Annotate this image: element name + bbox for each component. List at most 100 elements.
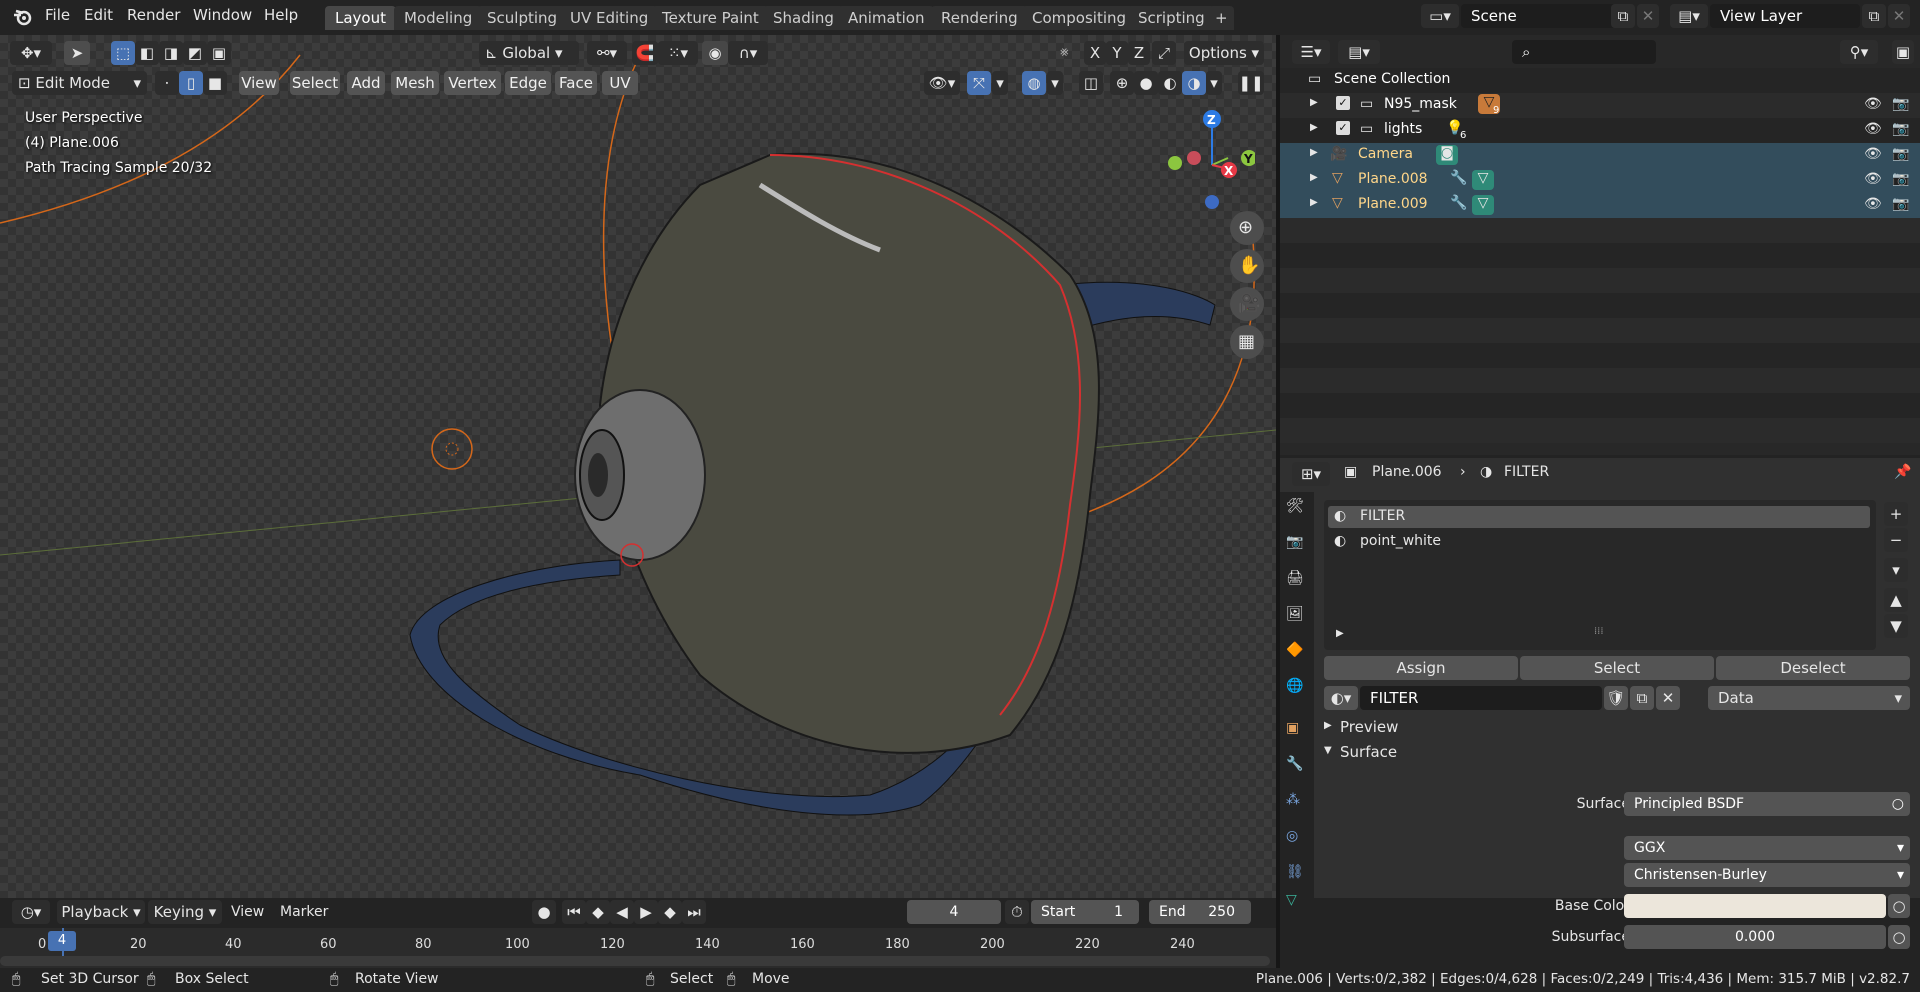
object-tab-icon[interactable]: ▣ xyxy=(1286,720,1308,742)
view-layer-tab-icon[interactable]: 🖼 xyxy=(1286,606,1308,628)
playhead-handle[interactable]: 4 xyxy=(48,931,76,951)
expand-filter-icon[interactable]: ▶ xyxy=(1336,628,1344,639)
shading-menu-icon[interactable]: ▾ xyxy=(1206,71,1222,95)
view-layer-name-field[interactable]: View Layer xyxy=(1710,4,1860,28)
menu-vertex[interactable]: Vertex xyxy=(444,71,501,95)
outliner-row-n95-mask[interactable]: ▶ ✓ ▭ N95_mask ▽ 9 👁 📷 xyxy=(1280,93,1920,118)
unlink-material-icon[interactable]: ✕ xyxy=(1656,686,1680,710)
resize-handle-icon[interactable]: ⁞⁞⁞ xyxy=(1594,626,1604,637)
outliner-search-input[interactable]: ⌕ xyxy=(1512,40,1656,64)
edge-select-icon[interactable]: ▯ xyxy=(179,71,203,95)
new-scene-icon[interactable]: ⧉ xyxy=(1611,4,1635,28)
output-tab-icon[interactable]: 🖨 xyxy=(1286,570,1308,592)
slot-specials-icon[interactable]: ▾ xyxy=(1884,558,1908,582)
distribution-dropdown[interactable]: GGX ▾ xyxy=(1624,836,1910,860)
link-dropdown[interactable]: Data ▾ xyxy=(1708,686,1910,710)
camera-view-button[interactable]: 🎥 xyxy=(1230,287,1264,321)
rendered-shading-icon[interactable]: ◑ xyxy=(1182,71,1206,95)
tab-rendering[interactable]: Rendering xyxy=(931,6,1028,30)
preview-range-icon[interactable]: ⏱ xyxy=(1005,900,1029,924)
wireframe-shading-icon[interactable]: ⊕ xyxy=(1110,71,1134,95)
timeline-editor-type-button[interactable]: ◷▾ xyxy=(12,900,50,924)
scene-name-field[interactable]: Scene xyxy=(1461,4,1619,28)
filter-icon[interactable]: ⚲▾ xyxy=(1840,40,1878,64)
expand-icon[interactable]: ▶ xyxy=(1310,122,1318,133)
menu-face[interactable]: Face xyxy=(555,71,597,95)
vertex-select-icon[interactable]: ⋅ xyxy=(155,71,179,95)
pause-render-icon[interactable]: ❚❚ xyxy=(1238,71,1264,95)
editor-type-button[interactable]: ✥▾ xyxy=(10,41,52,65)
transform-orientation-dropdown[interactable]: ⊾ Global ▾ xyxy=(479,41,579,65)
pin-icon[interactable]: 📌 xyxy=(1894,464,1911,480)
surface-shader-field[interactable]: Principled BSDF ○ xyxy=(1624,792,1910,816)
prev-keyframe-icon[interactable]: ◆ xyxy=(586,900,610,924)
outliner-editor-type-button[interactable]: ☰▾ xyxy=(1292,40,1330,64)
menu-select[interactable]: Select xyxy=(290,71,340,95)
material-shading-icon[interactable]: ◐ xyxy=(1158,71,1182,95)
proportional-falloff-icon[interactable]: ∩▾ xyxy=(728,41,768,65)
tab-layout[interactable]: Layout xyxy=(325,6,396,30)
pan-view-button[interactable]: ✋ xyxy=(1230,249,1264,283)
mirror-icon[interactable]: ⨳ xyxy=(1060,44,1069,60)
mirror-y-toggle[interactable]: Y xyxy=(1106,41,1128,65)
menu-window[interactable]: Window xyxy=(193,6,252,24)
select-tool-icon[interactable]: ➤ xyxy=(64,41,90,65)
menu-edit[interactable]: Edit xyxy=(84,6,113,24)
checkbox-icon[interactable]: ✓ xyxy=(1336,121,1350,135)
snap-toggle-icon[interactable]: 🧲 xyxy=(632,41,658,65)
render-camera-icon[interactable]: 📷 xyxy=(1892,196,1909,212)
next-keyframe-icon[interactable]: ◆ xyxy=(658,900,682,924)
render-camera-icon[interactable]: 📷 xyxy=(1892,121,1909,137)
start-frame-field[interactable]: Start 1 xyxy=(1031,900,1139,924)
tab-scripting[interactable]: Scripting xyxy=(1128,6,1215,30)
keying-menu[interactable]: Keying ▾ xyxy=(148,900,222,924)
scene-tab-icon[interactable]: 🔶 xyxy=(1286,642,1308,664)
options-dropdown[interactable]: Options ▾ xyxy=(1184,41,1264,65)
zoom-view-button[interactable]: ⊕ xyxy=(1230,211,1264,245)
checkbox-icon[interactable]: ✓ xyxy=(1336,96,1350,110)
select-mode-intersect-icon[interactable]: ▣ xyxy=(207,41,231,65)
menu-file[interactable]: File xyxy=(45,6,70,24)
expand-icon[interactable]: ▶ xyxy=(1310,97,1318,108)
tab-sculpting[interactable]: Sculpting xyxy=(477,6,568,30)
overlay-toggle-icon[interactable]: ◍ xyxy=(1022,71,1046,95)
overlay-menu-icon[interactable]: ▾ xyxy=(1047,71,1063,95)
deselect-button[interactable]: Deselect xyxy=(1716,656,1910,680)
tab-animation[interactable]: Animation xyxy=(838,6,935,30)
delete-scene-icon[interactable]: ✕ xyxy=(1637,4,1659,28)
select-mode-extend-icon[interactable]: ◧ xyxy=(135,41,159,65)
view-layer-browse-button[interactable]: ▤▾ xyxy=(1670,4,1708,28)
current-frame-field[interactable]: 4 xyxy=(907,900,1001,924)
expand-icon[interactable]: ▶ xyxy=(1310,147,1318,158)
expand-icon[interactable]: ▶ xyxy=(1310,172,1318,183)
outliner-row-plane-009[interactable]: ▶ ▽ Plane.009 🔧 ▽ 👁 📷 xyxy=(1280,193,1920,218)
expand-icon[interactable]: ▶ xyxy=(1310,197,1318,208)
base-color-link-icon[interactable]: ○ xyxy=(1888,894,1910,918)
playback-menu[interactable]: Playback ▾ xyxy=(57,900,145,924)
material-name-field[interactable]: FILTER xyxy=(1360,686,1602,710)
delete-view-layer-icon[interactable]: ✕ xyxy=(1888,4,1910,28)
data-tab-icon[interactable]: ▽ xyxy=(1286,892,1308,914)
tab-compositing[interactable]: Compositing xyxy=(1022,6,1137,30)
particles-tab-icon[interactable]: ⁂ xyxy=(1286,792,1308,814)
gizmo-menu-icon[interactable]: ▾ xyxy=(992,71,1008,95)
solid-shading-icon[interactable]: ● xyxy=(1134,71,1158,95)
visibility-icon[interactable]: 👁▾ xyxy=(924,71,960,95)
remove-slot-icon[interactable]: − xyxy=(1884,528,1908,552)
3d-viewport[interactable]: ✥▾ ➤ ⬚ ◧ ◨ ◩ ▣ ⊾ Global ▾ ⚯▾ 🧲 ⁙▾ ◉ ∩▾ ⨳… xyxy=(0,35,1276,898)
mode-dropdown[interactable]: ⊡ Edit Mode ▾ xyxy=(12,71,147,95)
xray-toggle-icon[interactable]: ◫ xyxy=(1079,71,1103,95)
eye-icon[interactable]: 👁 xyxy=(1864,171,1882,187)
mirror-z-toggle[interactable]: Z xyxy=(1128,41,1150,65)
blender-logo-icon[interactable] xyxy=(13,8,33,26)
menu-mesh[interactable]: Mesh xyxy=(391,71,439,95)
navigation-gizmo[interactable]: Z Y X xyxy=(1155,105,1255,215)
mirror-x-toggle[interactable]: X xyxy=(1084,41,1106,65)
tab-modeling[interactable]: Modeling xyxy=(394,6,483,30)
select-mode-new-icon[interactable]: ⬚ xyxy=(111,41,135,65)
eye-icon[interactable]: 👁 xyxy=(1864,196,1882,212)
menu-view[interactable]: View xyxy=(239,71,279,95)
select-mode-invert-icon[interactable]: ◩ xyxy=(183,41,207,65)
new-collection-icon[interactable]: ▣ xyxy=(1892,40,1914,64)
eye-icon[interactable]: 👁 xyxy=(1864,121,1882,137)
